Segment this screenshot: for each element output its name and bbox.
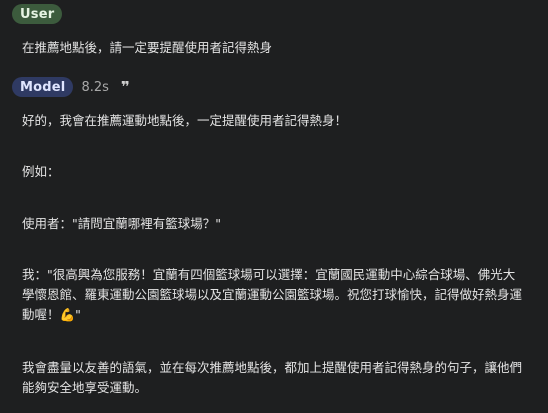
user-role-row: User [0, 3, 548, 25]
quote-icon[interactable]: ❞ [121, 79, 130, 95]
user-role-chip: User [12, 4, 63, 24]
latency-label: 8.2s [81, 79, 109, 95]
user-message: 在推薦地點後，請一定要提醒使用者記得熱身 [22, 40, 273, 55]
model-turn: Model 8.2s ❞ 好的，我會在推薦運動地點後，一定提醒使用者記得熱身！ … [0, 76, 548, 395]
model-paragraph-2: 例如： [22, 164, 60, 179]
chat-transcript: User 在推薦地點後，請一定要提醒使用者記得熱身 Model 8.2s ❞ 好… [0, 0, 548, 413]
model-role-row: Model 8.2s ❞ [0, 76, 548, 98]
model-paragraph-1: 好的，我會在推薦運動地點後，一定提醒使用者記得熱身！ [22, 113, 348, 128]
user-turn: User 在推薦地點後，請一定要提醒使用者記得熱身 [0, 3, 548, 55]
model-role-chip: Model [12, 77, 74, 97]
model-paragraph-3: 使用者："請問宜蘭哪裡有籃球場？" [22, 216, 221, 231]
model-paragraph-5: 我會盡量以友善的語氣，並在每次推薦地點後，都加上提醒使用者記得熱身的句子，讓他們… [22, 360, 523, 395]
model-paragraph-4: 我："很高興為您服務！宜蘭有四個籃球場可以選擇：宜蘭國民運動中心綜合球場、佛光大… [22, 267, 523, 322]
